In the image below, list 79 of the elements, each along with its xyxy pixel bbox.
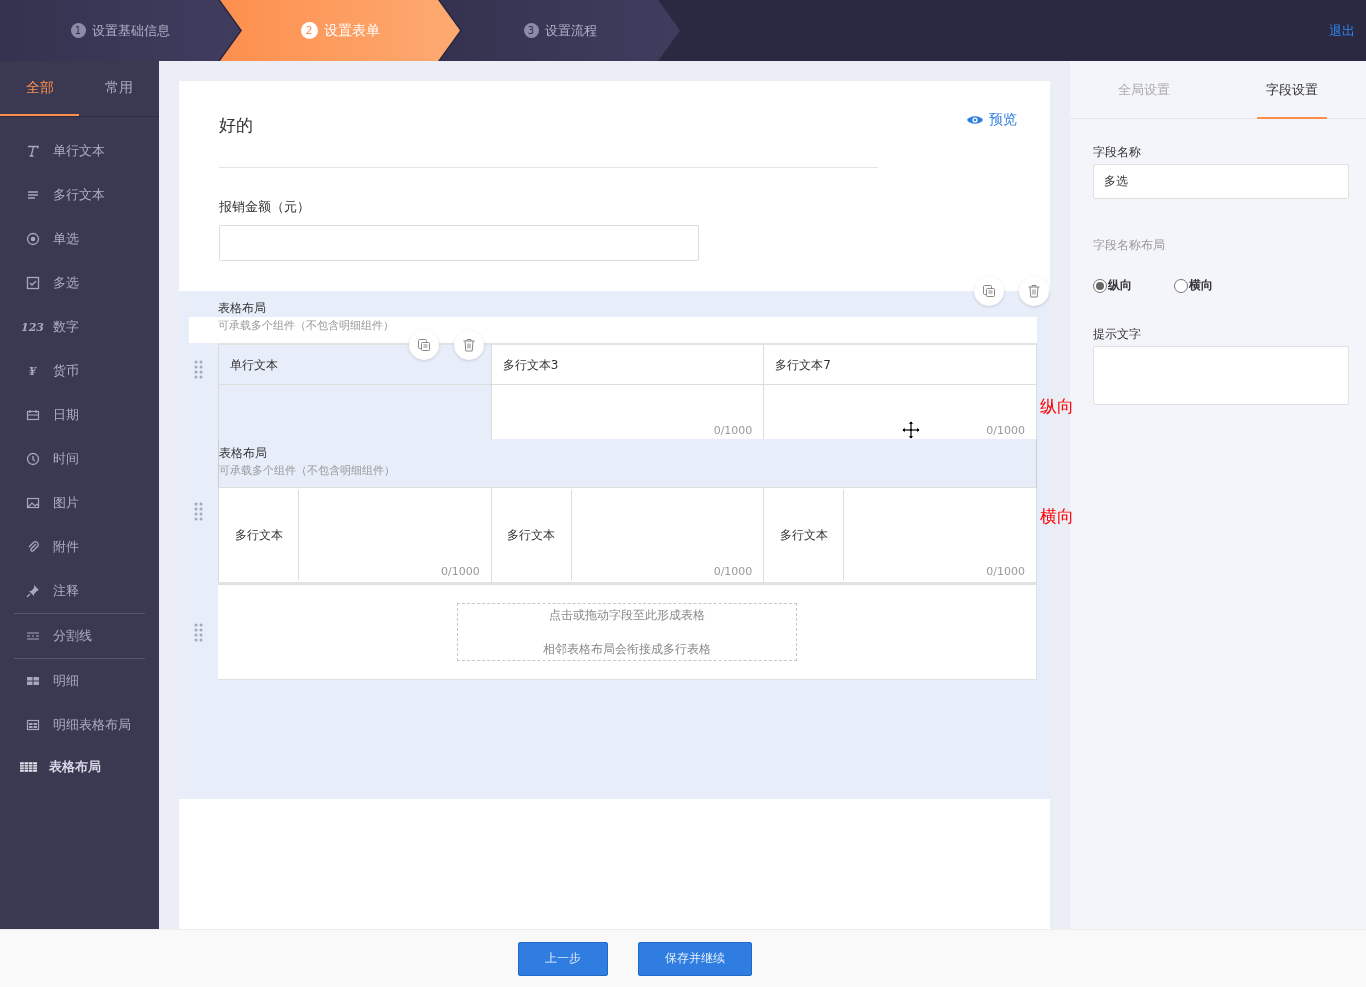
icon-glyph: 123 [21,320,44,334]
sidebar-item[interactable]: 单行文本 [0,129,145,173]
sidebar-item[interactable]: 多行文本 [0,173,145,217]
save-button[interactable]: 保存并继续 [637,941,752,976]
cell-label: 多行文本7 [764,345,1036,385]
clock-icon [24,451,41,467]
table-cell[interactable]: 多行文本 0/1000 [219,488,492,582]
char-counter: 0/1000 [986,565,1025,578]
eye-icon [966,114,984,126]
sidebar-item[interactable]: 123 数字 [0,305,145,349]
preview-link[interactable]: 预览 [966,111,1017,129]
annotation-text: 纵向 [1040,395,1074,418]
layout-hint: 可承载多个组件（不包含明细组件） [219,463,396,479]
char-counter: 0/1000 [986,424,1025,437]
copy-icon [417,338,432,352]
table-cell[interactable]: 多行文本 0/1000 [491,488,765,582]
move-cursor-icon [901,420,921,440]
sidebar-item[interactable]: 单选 [0,217,145,261]
radio-option[interactable]: 纵向 [1093,277,1132,294]
drop-hint: 相邻表格布局会衔接成多行表格 [543,641,711,658]
char-counter: 0/1000 [713,565,753,578]
sidebar-item[interactable]: 日期 [0,393,145,437]
field-label: 提示文字 [1093,326,1142,343]
cell-label: 多行文本 [764,490,845,580]
field-label: 字段名称布局 [1093,237,1166,254]
sidebar-item[interactable]: ¥ 货币 [0,349,145,393]
drag-handle-icon [194,622,203,642]
settings-tab[interactable]: 字段设置 [1218,61,1366,118]
hint-textarea[interactable] [1093,346,1349,405]
field-label: 报销金额（元） [219,198,311,216]
layout-hint: 可承载多个组件（不包含明细组件） [189,317,1037,343]
name-input[interactable]: 多选 [1093,164,1349,199]
sidebar-item[interactable]: 注释 [0,569,145,613]
sidebar-item[interactable]: 明细表格布局 [0,703,145,747]
icon-glyph: ¥ [28,364,37,378]
copy-button[interactable] [974,276,1004,306]
annotation-text: 横向 [1040,505,1074,528]
drop-hint: 点击或拖动字段至此形成表格 [549,607,705,624]
calendar-icon [24,407,41,423]
input-field[interactable] [219,225,699,261]
table-cell[interactable]: 多行文本3 0/1000 [491,345,765,439]
sidebar-item[interactable]: 多选 [0,261,145,305]
table-icon [24,717,41,733]
sidebar-item[interactable]: 表格布局 [0,747,145,786]
table-cell[interactable]: 多行文本7 0/1000 [764,345,1036,439]
copy-icon [982,284,996,298]
delete-button[interactable] [1019,276,1049,306]
layout-title: 表格布局 [219,445,268,462]
sidebar-tab[interactable]: 全部 [0,61,79,116]
drop-zone[interactable]: 点击或拖动字段至此形成表格 相邻表格布局会衔接成多行表格 [457,603,797,661]
checkbox-icon [24,275,41,291]
exit-link[interactable]: 退出 [1329,21,1355,40]
form-title: 好的 [219,113,253,137]
trash-icon [1027,284,1041,298]
sidebar-item[interactable]: 附件 [0,525,145,569]
layout-title: 表格布局 [218,300,267,317]
trash-icon [462,338,477,352]
pin-icon [24,583,41,599]
cell-label: 多行文本 [219,490,299,580]
back-button[interactable]: 上一步 [517,941,608,976]
sidebar-item[interactable]: 图片 [0,481,145,525]
step-tab[interactable]: 3 设置流程 [440,0,680,61]
char-counter: 0/1000 [440,565,480,578]
drag-handle-icon [194,502,203,521]
sidebar-item[interactable]: 分割线 [0,614,145,658]
sidebar-item[interactable]: 时间 [0,437,145,481]
table-cell[interactable]: 多行文本 0/1000 [764,488,1036,582]
radio-icon [24,231,41,247]
sidebar-tab[interactable]: 常用 [79,61,158,116]
image-icon [24,495,41,511]
drag-handle-icon [194,359,203,379]
cell-label: 多行文本 [491,490,572,580]
step-tab[interactable]: 1 设置基础信息 [0,0,240,61]
sidebar-item[interactable]: 明细 [0,659,145,703]
char-counter: 0/1000 [713,424,753,437]
radio-option[interactable]: 横向 [1174,277,1213,294]
field-label: 字段名称 [1093,144,1142,161]
cell-label: 多行文本3 [491,345,764,385]
table-cell[interactable]: 单行文本 [219,345,492,439]
